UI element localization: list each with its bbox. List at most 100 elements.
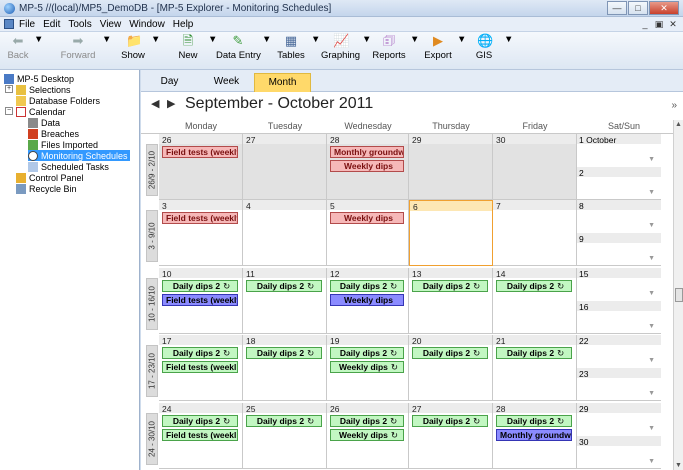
calendar-event[interactable]: Weekly dips xyxy=(330,212,404,224)
day-cell[interactable]: 5 Weekly dips xyxy=(327,200,409,266)
calendar-event[interactable]: Daily dips 2 ↻ xyxy=(330,347,404,359)
weekend-cell[interactable]: 1 October ▼ 2 ▼ xyxy=(577,134,661,200)
maximize-button[interactable]: □ xyxy=(628,1,648,15)
graphing-button[interactable]: 📈 Graphing xyxy=(321,34,360,62)
day-cell[interactable]: 28 Daily dips 2 ↻ Monthly groundwa xyxy=(493,403,577,469)
calendar-event[interactable]: Weekly dips xyxy=(330,294,404,306)
prev-month-icon[interactable]: ◀ xyxy=(151,97,159,110)
day-cell[interactable]: 25 Daily dips 2 ↻ xyxy=(243,403,327,469)
tree-item-mp5-desktop[interactable]: MP-5 Desktop xyxy=(4,73,74,84)
tree-item-calendar[interactable]: Calendar xyxy=(16,106,66,117)
calendar-expander[interactable]: − xyxy=(5,107,13,115)
calendar-event[interactable]: Daily dips 2 ↻ xyxy=(412,415,488,427)
calendar-event[interactable]: Daily dips 2 ↻ xyxy=(162,347,238,359)
tree-item-breaches[interactable]: Breaches xyxy=(28,128,79,139)
day-cell[interactable]: 4 xyxy=(243,200,327,266)
collapse-icon[interactable]: » xyxy=(671,100,677,111)
menu-window[interactable]: Window xyxy=(129,19,165,30)
calendar-event[interactable]: Weekly dips ↻ xyxy=(330,361,404,373)
calendar-event[interactable]: Daily dips 2 ↻ xyxy=(246,415,322,427)
calendar-event[interactable]: Weekly dips xyxy=(330,160,404,172)
tree-item-recycle-bin[interactable]: Recycle Bin xyxy=(16,183,77,194)
calendar-event[interactable]: Field tests (weekl↻ xyxy=(162,429,238,441)
more-events-icon[interactable]: ▼ xyxy=(648,222,655,229)
reports-button[interactable]: 🗊 Reports xyxy=(372,34,406,62)
more-events-icon[interactable]: ▼ xyxy=(648,255,655,262)
more-events-icon[interactable]: ▼ xyxy=(648,323,655,330)
more-events-icon[interactable]: ▼ xyxy=(648,156,655,163)
tree-item-selections[interactable]: Selections xyxy=(16,84,71,95)
calendar-event[interactable]: Daily dips 2 ↻ xyxy=(496,280,572,292)
day-cell[interactable]: 17Daily dips 2↻Field tests (weekl↻ xyxy=(159,335,243,401)
day-cell[interactable]: 6 xyxy=(409,200,493,266)
day-cell[interactable]: 29 xyxy=(409,134,493,200)
calendar-event[interactable]: Field tests (weekly) xyxy=(162,212,238,224)
graphing-dropdown[interactable]: ▼ xyxy=(362,34,371,45)
gis-button[interactable]: 🌐 GIS xyxy=(474,34,494,62)
reports-dropdown[interactable]: ▼ xyxy=(410,34,419,45)
show-button[interactable]: 📁 Show xyxy=(116,34,150,62)
more-events-icon[interactable]: ▼ xyxy=(648,390,655,397)
calendar-event[interactable]: Daily dips 2 ↻ xyxy=(162,415,238,427)
day-cell[interactable]: 3 Field tests (weekly) xyxy=(159,200,243,266)
calendar-event[interactable]: Daily dips 2 ↻ xyxy=(412,347,488,359)
day-cell[interactable]: 7 xyxy=(493,200,577,266)
calendar-event[interactable]: Monthly groundwa xyxy=(496,429,572,441)
vertical-scrollbar[interactable]: ▲ ▼ xyxy=(673,120,683,470)
minimize-button[interactable]: — xyxy=(607,1,627,15)
export-button[interactable]: ▶ Export xyxy=(422,34,454,62)
weekend-cell[interactable]: 22 ▼ 23 ▼ xyxy=(577,335,661,401)
back-dropdown[interactable]: ▼ xyxy=(34,34,43,45)
menu-view[interactable]: View xyxy=(100,19,122,30)
day-cell[interactable]: 14 Daily dips 2 ↻ xyxy=(493,268,577,334)
menu-edit[interactable]: Edit xyxy=(43,19,60,30)
calendar-event[interactable]: Field tests (weekly) xyxy=(162,146,238,158)
data-entry-button[interactable]: ✎ Data Entry xyxy=(216,34,261,62)
day-cell[interactable]: 18 Daily dips 2 ↻ xyxy=(243,335,327,401)
scroll-up-icon[interactable]: ▲ xyxy=(675,121,682,128)
calendar-event[interactable]: Field tests (weekly) xyxy=(162,294,238,306)
day-cell[interactable]: 28 Monthly groundwa Weekly dips xyxy=(327,134,409,200)
mdi-minimize-button[interactable]: _ xyxy=(639,18,651,30)
menu-file[interactable]: File xyxy=(19,19,35,30)
weekend-cell[interactable]: 15 ▼ 16 ▼ xyxy=(577,268,661,334)
tree-item-files-imported[interactable]: Files Imported xyxy=(28,139,98,150)
scroll-thumb[interactable] xyxy=(675,288,683,302)
day-cell[interactable]: 10 Daily dips 2 ↻ Field tests (weekly) xyxy=(159,268,243,334)
tables-dropdown[interactable]: ▼ xyxy=(311,34,320,45)
menu-tools[interactable]: Tools xyxy=(68,19,91,30)
weekend-cell[interactable]: 8 ▼ 9 ▼ xyxy=(577,200,661,266)
day-cell[interactable]: 26 Field tests (weekly) xyxy=(159,134,243,200)
new-button[interactable]: 🗎 New xyxy=(174,34,202,62)
document-icon[interactable] xyxy=(4,19,14,29)
show-dropdown[interactable]: ▼ xyxy=(151,34,160,45)
more-events-icon[interactable]: ▼ xyxy=(648,425,655,432)
day-cell[interactable]: 30 xyxy=(493,134,577,200)
close-button[interactable]: ✕ xyxy=(649,1,679,15)
more-events-icon[interactable]: ▼ xyxy=(648,189,655,196)
day-cell[interactable]: 13 Daily dips 2 ↻ xyxy=(409,268,493,334)
day-cell[interactable]: 26 Daily dips 2 ↻ Weekly dips ↻ xyxy=(327,403,409,469)
tab-week[interactable]: Week xyxy=(198,73,255,92)
day-cell[interactable]: 27 xyxy=(243,134,327,200)
tab-day[interactable]: Day xyxy=(141,73,198,92)
calendar-event[interactable]: Daily dips 2 ↻ xyxy=(330,415,404,427)
day-cell[interactable]: 21 Daily dips 2 ↻ xyxy=(493,335,577,401)
more-events-icon[interactable]: ▼ xyxy=(648,458,655,465)
forward-dropdown[interactable]: ▼ xyxy=(102,34,111,45)
calendar-event[interactable]: Daily dips 2 ↻ xyxy=(496,347,572,359)
next-month-icon[interactable]: ▶ xyxy=(167,97,175,110)
calendar-event[interactable]: Field tests (weekl↻ xyxy=(162,361,238,373)
data-entry-dropdown[interactable]: ▼ xyxy=(262,34,271,45)
day-cell[interactable]: 27 Daily dips 2 ↻ xyxy=(409,403,493,469)
calendar-event[interactable]: Daily dips 2 ↻ xyxy=(246,347,322,359)
calendar-event[interactable]: Daily dips 2 ↻ xyxy=(412,280,488,292)
day-cell[interactable]: 24Daily dips 2↻Field tests (weekl↻ xyxy=(159,403,243,469)
tree-item-monitoring-schedules[interactable]: Monitoring Schedules xyxy=(28,150,130,161)
tree-item-data[interactable]: Data xyxy=(28,117,60,128)
scroll-down-icon[interactable]: ▼ xyxy=(675,462,682,469)
forward-button[interactable]: ➡ Forward xyxy=(56,34,100,62)
more-events-icon[interactable]: ▼ xyxy=(648,357,655,364)
day-cell[interactable]: 20 Daily dips 2 ↻ xyxy=(409,335,493,401)
calendar-event[interactable]: Daily dips 2 ↻ xyxy=(496,415,572,427)
